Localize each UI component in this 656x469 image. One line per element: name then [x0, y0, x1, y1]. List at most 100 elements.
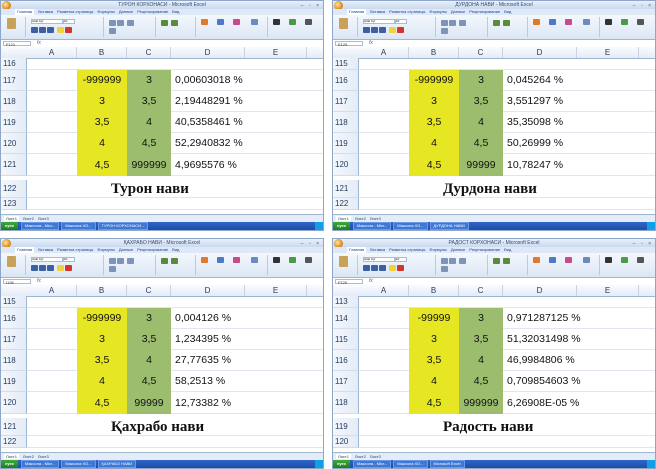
row-header[interactable]: 121: [1, 418, 27, 436]
formula-fx-icon[interactable]: fx: [369, 40, 373, 47]
sheet-tab[interactable]: Лист3: [38, 454, 49, 459]
column-header-e[interactable]: E: [245, 47, 307, 58]
cell-range-to[interactable]: 4: [459, 350, 503, 371]
column-header-a[interactable]: A: [27, 285, 77, 296]
cell-range-from[interactable]: 3: [77, 329, 127, 350]
underline-icon[interactable]: [47, 27, 54, 33]
font-size-box[interactable]: 10: [395, 19, 407, 24]
bold-icon[interactable]: [31, 27, 38, 33]
sum-icon[interactable]: [273, 257, 280, 263]
underline-icon[interactable]: [379, 27, 386, 33]
taskbar-item[interactable]: Максола - Micr...: [352, 222, 392, 230]
underline-icon[interactable]: [47, 265, 54, 271]
minimize-maximize-close-icons[interactable]: – ▫ ×: [633, 2, 653, 9]
taskbar-item[interactable]: Максола ХО...: [393, 222, 428, 230]
comma-icon[interactable]: [503, 20, 510, 26]
sheet-tab[interactable]: Лист1: [4, 454, 19, 459]
merge-icon[interactable]: [441, 266, 448, 272]
row-header[interactable]: 120: [1, 392, 27, 414]
row-header[interactable]: 121: [333, 180, 359, 198]
row-header[interactable]: 119: [1, 371, 27, 392]
align-left-icon[interactable]: [109, 258, 116, 264]
cell-range-from[interactable]: -999999: [77, 308, 127, 329]
column-header-e[interactable]: E: [245, 285, 307, 296]
cell-probability[interactable]: 58,2513 %: [171, 371, 291, 392]
comma-icon[interactable]: [503, 258, 510, 264]
fill-color-icon[interactable]: [57, 265, 64, 271]
cell-styles-icon[interactable]: [565, 257, 572, 263]
cell-range-from[interactable]: 4: [409, 371, 459, 392]
cell-range-to[interactable]: 999999: [127, 154, 171, 176]
row-header[interactable]: 120: [1, 133, 27, 154]
cell-range-from[interactable]: 4,5: [77, 154, 127, 176]
italic-icon[interactable]: [371, 27, 378, 33]
cell-probability[interactable]: 1,234395 %: [171, 329, 291, 350]
font-color-icon[interactable]: [65, 27, 72, 33]
cell-range-to[interactable]: 4,5: [127, 133, 171, 154]
column-header-b[interactable]: B: [409, 47, 459, 58]
sheet-tab[interactable]: Лист2: [355, 216, 366, 221]
column-header-a[interactable]: A: [27, 47, 77, 58]
insert-icon[interactable]: [251, 19, 258, 25]
cell-range-to[interactable]: 3: [127, 308, 171, 329]
align-center-icon[interactable]: [449, 20, 456, 26]
cell-range-to[interactable]: 4: [127, 112, 171, 133]
name-box[interactable]: F121: [3, 41, 31, 47]
percent-icon[interactable]: [161, 258, 168, 264]
format-table-icon[interactable]: [217, 19, 224, 25]
font-name-box[interactable]: Arial Cyr: [31, 19, 63, 24]
cell-range-from[interactable]: -99999: [409, 308, 459, 329]
find-icon[interactable]: [637, 19, 644, 25]
sort-filter-icon[interactable]: [289, 19, 296, 25]
cell-probability[interactable]: 2,19448291 %: [171, 91, 291, 112]
percent-icon[interactable]: [493, 258, 500, 264]
column-header-d[interactable]: D: [171, 47, 245, 58]
cell-probability[interactable]: 0,709854603 %: [503, 371, 623, 392]
format-table-icon[interactable]: [549, 19, 556, 25]
row-header[interactable]: 122: [333, 198, 359, 210]
sort-filter-icon[interactable]: [289, 257, 296, 263]
wrap-text-icon[interactable]: [459, 20, 466, 26]
sheet-tab[interactable]: Лист2: [23, 216, 34, 221]
cell-probability[interactable]: 3,551297 %: [503, 91, 623, 112]
formula-fx-icon[interactable]: fx: [37, 278, 41, 285]
name-box[interactable]: F120: [335, 279, 363, 285]
column-header-d[interactable]: D: [503, 285, 577, 296]
cell-range-to[interactable]: 999999: [459, 392, 503, 414]
sort-filter-icon[interactable]: [621, 257, 628, 263]
row-header[interactable]: 120: [333, 154, 359, 176]
paste-icon[interactable]: [7, 256, 16, 267]
wrap-text-icon[interactable]: [127, 20, 134, 26]
cell-styles-icon[interactable]: [565, 19, 572, 25]
row-header[interactable]: 122: [1, 180, 27, 198]
cell-probability[interactable]: 50,26999 %: [503, 133, 623, 154]
cell-range-from[interactable]: 3,5: [409, 350, 459, 371]
insert-icon[interactable]: [251, 257, 258, 263]
sheet-tab[interactable]: Лист3: [370, 216, 381, 221]
cell-range-to[interactable]: 4: [459, 112, 503, 133]
italic-icon[interactable]: [371, 265, 378, 271]
formula-fx-icon[interactable]: fx: [369, 278, 373, 285]
align-center-icon[interactable]: [117, 258, 124, 264]
row-header[interactable]: 116: [333, 350, 359, 371]
cell-probability[interactable]: 10,78247 %: [503, 154, 623, 176]
row-header[interactable]: 121: [1, 154, 27, 176]
font-size-box[interactable]: 10: [395, 257, 407, 262]
column-header-a[interactable]: A: [359, 47, 409, 58]
cell-range-to[interactable]: 4: [127, 350, 171, 371]
cell-range-to[interactable]: 3: [127, 70, 171, 91]
sort-filter-icon[interactable]: [621, 19, 628, 25]
column-header-f[interactable]: F: [307, 285, 323, 296]
font-size-box[interactable]: 10: [63, 257, 75, 262]
row-header[interactable]: 119: [1, 112, 27, 133]
taskbar-item[interactable]: Максола ХО...: [393, 460, 428, 468]
column-header-c[interactable]: C: [459, 285, 503, 296]
office-button-icon[interactable]: [2, 239, 11, 247]
sheet-tab[interactable]: Лист2: [23, 454, 34, 459]
column-header-e[interactable]: E: [577, 285, 639, 296]
conditional-format-icon[interactable]: [201, 257, 208, 263]
row-header[interactable]: 123: [1, 198, 27, 210]
conditional-format-icon[interactable]: [533, 19, 540, 25]
cell-range-from[interactable]: 3,5: [409, 112, 459, 133]
column-header-b[interactable]: B: [77, 285, 127, 296]
